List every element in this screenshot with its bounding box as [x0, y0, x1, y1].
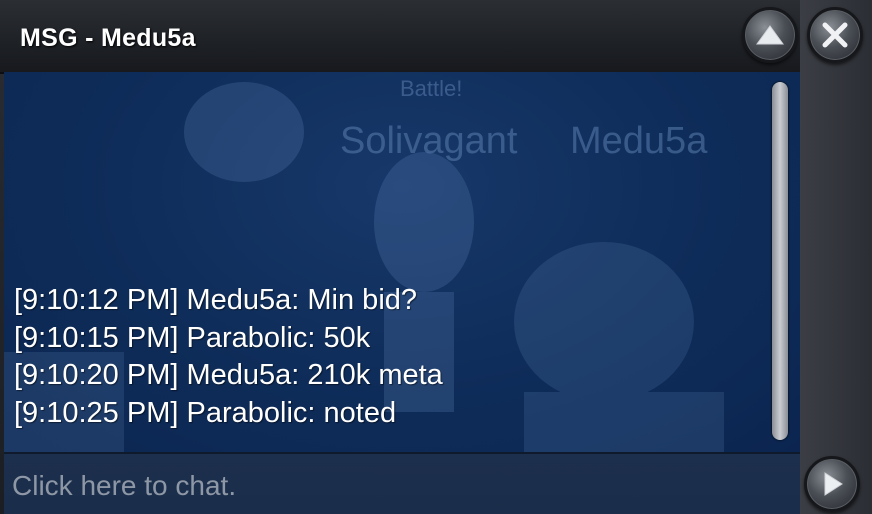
chat-message: [9:10:15 PM] Parabolic: 50k — [14, 321, 371, 354]
close-button[interactable] — [807, 7, 863, 63]
chat-message: [9:10:12 PM] Medu5a: Min bid? — [14, 284, 418, 316]
message-list: [9:10:12 PM] Medu5a: Min bid? [9:10:15 P… — [14, 282, 764, 432]
chat-input-placeholder: Click here to chat. — [12, 470, 237, 501]
minimize-button[interactable] — [742, 7, 798, 63]
background-battle-label: Battle! — [400, 76, 463, 101]
chat-window: MSG - Medu5a Battle! Solivagant Medu5a [… — [0, 0, 872, 514]
title-bar[interactable]: MSG - Medu5a — [0, 0, 800, 74]
send-button[interactable] — [804, 456, 860, 512]
background-player2-name: Medu5a — [570, 120, 708, 162]
chat-message: [9:10:25 PM] Parabolic: noted — [14, 396, 397, 429]
chat-input[interactable]: Click here to chat. — [4, 452, 800, 514]
chat-message: [9:10:20 PM] Medu5a: 210k meta — [14, 359, 443, 391]
chat-scrollbar[interactable] — [772, 82, 788, 440]
play-arrow-icon — [824, 472, 843, 496]
window-title: MSG - Medu5a — [20, 24, 196, 52]
background-player1-name: Solivagant — [340, 120, 518, 162]
chat-log[interactable]: Battle! Solivagant Medu5a [9:10:12 PM] M… — [4, 72, 800, 452]
close-icon — [822, 22, 848, 48]
window-right-rail — [800, 0, 872, 514]
chevron-up-icon — [756, 25, 784, 45]
